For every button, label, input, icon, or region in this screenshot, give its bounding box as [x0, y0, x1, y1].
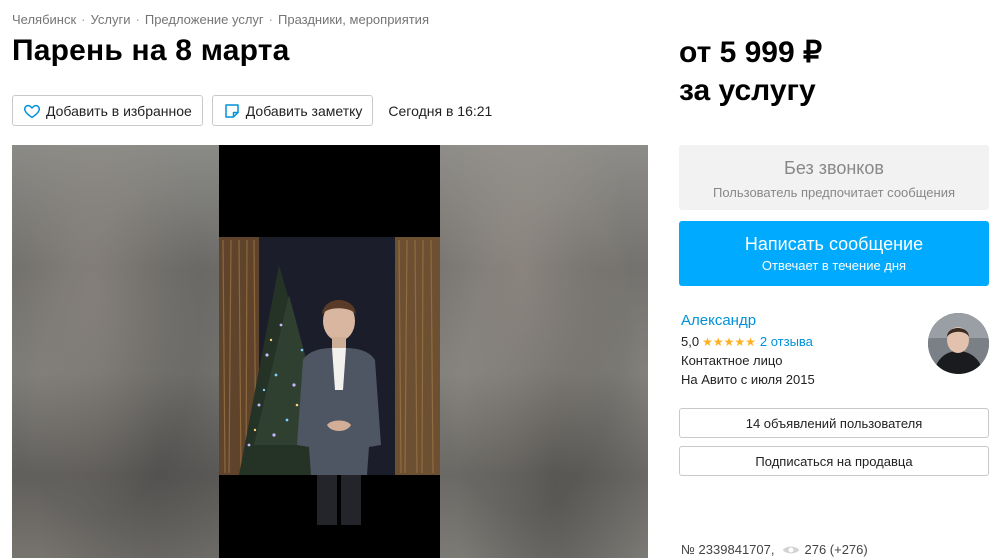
breadcrumb-item-city[interactable]: Челябинск: [12, 12, 76, 27]
heart-icon: [23, 102, 41, 120]
photo-gallery[interactable]: [12, 145, 648, 558]
breadcrumb-separator: ·: [135, 12, 140, 27]
write-message-label: Написать сообщение: [744, 234, 924, 254]
breadcrumb: Челябинск · Услуги · Предложение услуг · Празд…: [12, 12, 429, 27]
seller-listings-button[interactable]: 14 объявлений пользователя: [679, 408, 989, 438]
add-to-favorites-label: Добавить в избранное: [46, 102, 192, 119]
eye-icon: [782, 544, 800, 556]
listing-photo-image: [219, 145, 440, 558]
seller-name-link[interactable]: Александр: [681, 312, 921, 329]
price-amount: от 5 999 ₽: [679, 36, 823, 69]
add-note-button[interactable]: Добавить заметку: [211, 95, 374, 126]
avatar-image: [928, 313, 989, 374]
price-unit: за услугу: [679, 74, 816, 107]
no-calls-title: Без звонков: [784, 158, 884, 178]
breadcrumb-item-holidays-events[interactable]: Праздники, мероприятия: [278, 12, 429, 27]
add-to-favorites-button[interactable]: Добавить в избранное: [12, 95, 203, 126]
seller-rating: 5,0 ★★★★★ 2 отзыва: [681, 334, 921, 349]
listing-actions: Добавить в избранное Добавить заметку Се…: [12, 95, 492, 126]
add-note-label: Добавить заметку: [245, 102, 363, 119]
response-time-label: Отвечает в течение дня: [761, 258, 907, 273]
no-calls-subtitle: Пользователь предпочитает сообщения: [712, 185, 955, 200]
page-title: Парень на 8 марта: [12, 34, 290, 67]
breadcrumb-item-services[interactable]: Услуги: [91, 12, 131, 27]
listing-photo[interactable]: [219, 145, 440, 558]
rating-value: 5,0: [681, 334, 700, 349]
breadcrumb-item-service-offers[interactable]: Предложение услуг: [145, 12, 264, 27]
reviews-link[interactable]: 2 отзыва: [760, 334, 813, 349]
write-message-button[interactable]: Написать сообщение Отвечает в течение дн…: [679, 221, 989, 286]
listing-meta: № 2339841707, 276 (+276): [681, 542, 868, 557]
seller-avatar[interactable]: [928, 313, 989, 374]
seller-member-since: На Авито с июля 2015: [681, 372, 815, 387]
seller-role: Контактное лицо: [681, 353, 783, 368]
breadcrumb-separator: ·: [81, 12, 86, 27]
seller-info: Александр 5,0 ★★★★★ 2 отзыва Контактное …: [681, 312, 921, 387]
no-calls-notice: Без звонков Пользователь предпочитает со…: [679, 145, 989, 210]
note-icon: [223, 102, 241, 120]
rating-stars-icon: ★★★★★: [702, 334, 756, 349]
publish-date: Сегодня в 16:21: [388, 102, 493, 119]
views-count: 276 (+276): [804, 542, 868, 557]
gallery-blurred-background-left: [12, 145, 219, 558]
breadcrumb-separator: ·: [268, 12, 273, 27]
ad-number: № 2339841707,: [681, 542, 775, 557]
gallery-blurred-background-right: [440, 145, 648, 558]
price: от 5 999 ₽ за услугу: [679, 34, 822, 110]
subscribe-to-seller-button[interactable]: Подписаться на продавца: [679, 446, 989, 476]
